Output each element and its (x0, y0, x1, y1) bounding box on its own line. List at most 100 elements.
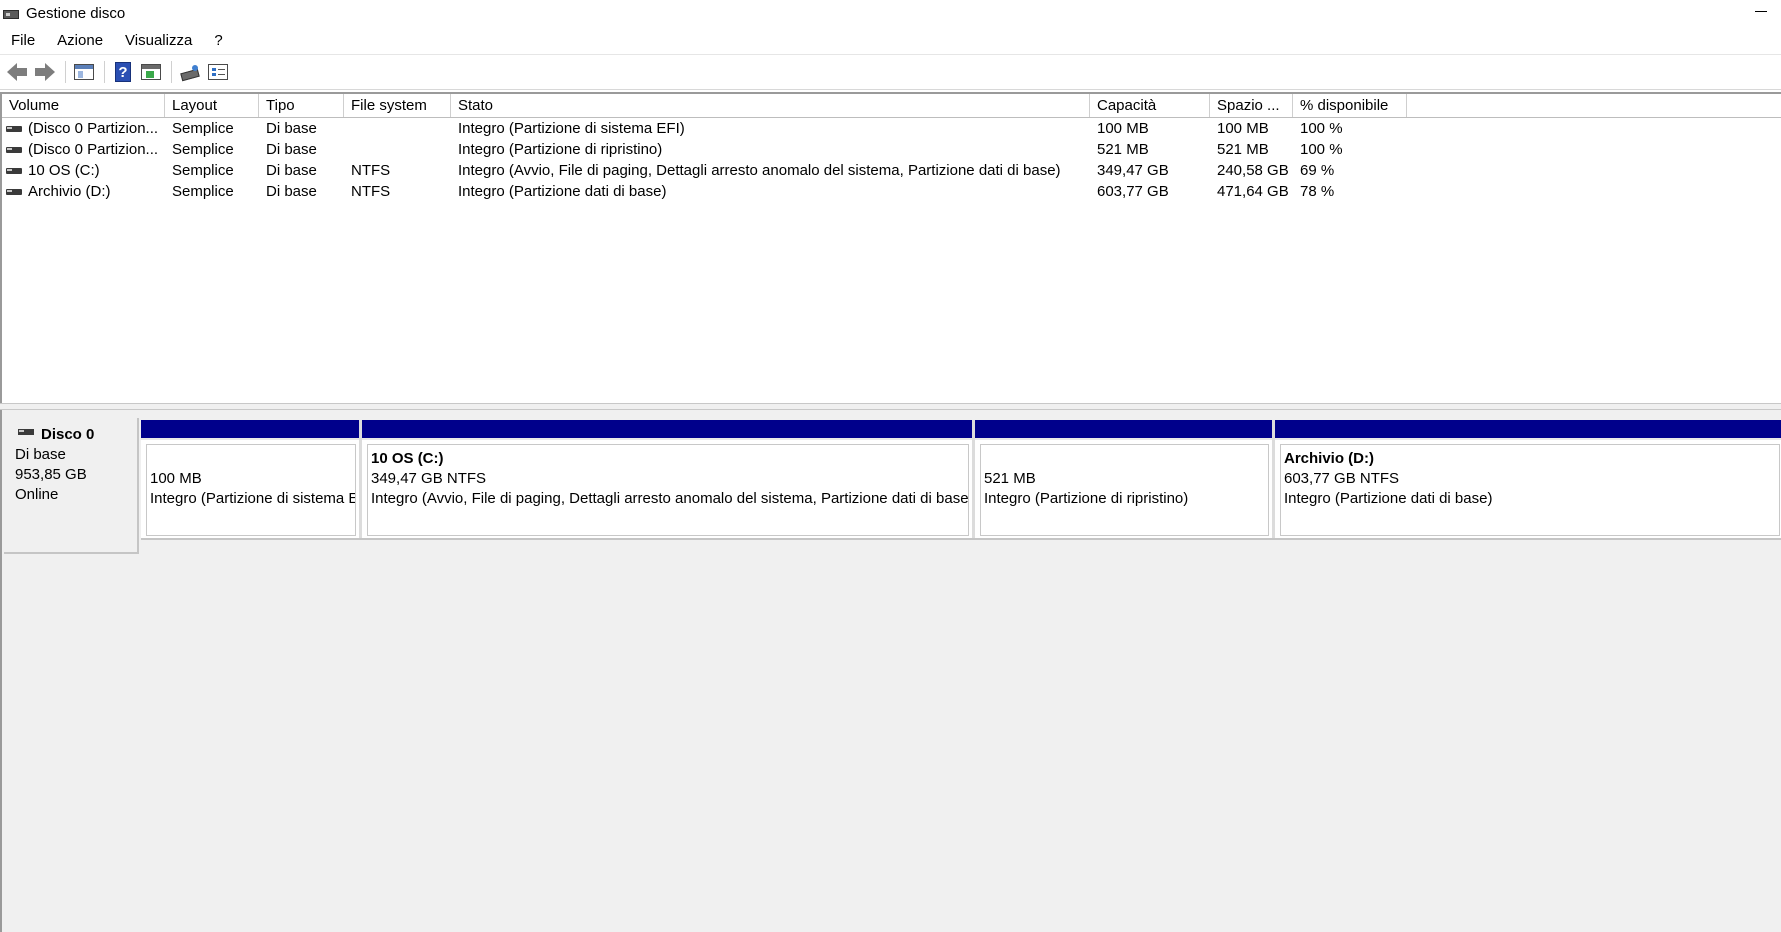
table-row[interactable]: Archivio (D:) Semplice Di base NTFS Inte… (2, 181, 1781, 202)
layout-cell: Semplice (172, 162, 234, 179)
connect-icon (180, 65, 200, 79)
partition-size: 349,47 GB NTFS (371, 470, 487, 487)
layout-cell: Semplice (172, 183, 234, 200)
column-header-file-system[interactable]: File system (344, 94, 451, 117)
minimize-button[interactable] (1747, 2, 1777, 22)
drive-icon (6, 125, 22, 132)
tipo-cell: Di base (266, 141, 317, 158)
disk-status: Online (15, 486, 59, 503)
volume-cell: Archivio (D:) (2, 181, 165, 202)
column-header-spazio[interactable]: Spazio ... (1210, 94, 1293, 117)
stato-cell: Integro (Partizione dati di base) (458, 183, 667, 200)
file-system-cell (344, 118, 451, 139)
stato-cell: Integro (Partizione di ripristino) (458, 141, 663, 158)
column-header-tipo[interactable]: Tipo (259, 94, 344, 117)
table-row[interactable]: 10 OS (C:) Semplice Di base NTFS Integro… (2, 160, 1781, 181)
disk-type: Di base (15, 446, 66, 463)
spazio-cell: 471,64 GB (1217, 183, 1289, 200)
menu-help[interactable]: ? (203, 32, 233, 49)
pane-splitter[interactable] (0, 403, 1781, 410)
partition-status: Integro (Partizione di sistema EFI) (150, 490, 356, 507)
capacita-cell: 603,77 GB (1097, 183, 1169, 200)
capacita-cell: 349,47 GB (1097, 162, 1169, 179)
table-row[interactable]: (Disco 0 Partizion... Semplice Di base I… (2, 139, 1781, 160)
stato-cell: Integro (Partizione di sistema EFI) (458, 120, 685, 137)
partition-bar (141, 420, 359, 440)
volume-list-header: Volume Layout Tipo File system Stato Cap… (2, 94, 1781, 118)
volume-name: (Disco 0 Partizion... (28, 141, 159, 158)
partition-bar (362, 420, 972, 440)
spazio-cell: 521 MB (1217, 141, 1269, 158)
back-icon (7, 63, 27, 81)
forward-icon (35, 63, 55, 81)
help-button[interactable]: ? (110, 59, 136, 85)
volume-cell: (Disco 0 Partizion... (2, 118, 165, 139)
partition-body: 100 MB Integro (Partizione di sistema EF… (146, 444, 356, 536)
column-header-stato[interactable]: Stato (451, 94, 1090, 117)
column-header-capacita[interactable]: Capacità (1090, 94, 1210, 117)
menu-bar: File Azione Visualizza ? (0, 27, 1781, 55)
toolbar: ? (0, 55, 1781, 90)
partition-bar (1275, 420, 1781, 440)
stato-cell: Integro (Avvio, File di paging, Dettagli… (458, 162, 1061, 179)
spazio-cell: 240,58 GB (1217, 162, 1289, 179)
column-header-layout[interactable]: Layout (165, 94, 259, 117)
partition-status: Integro (Partizione dati di base) (1284, 490, 1493, 507)
column-header-volume[interactable]: Volume (2, 94, 165, 117)
table-row[interactable]: (Disco 0 Partizion... Semplice Di base I… (2, 118, 1781, 139)
volume-cell: 10 OS (C:) (2, 160, 165, 181)
connect-button[interactable] (177, 59, 203, 85)
volume-cell: (Disco 0 Partizion... (2, 139, 165, 160)
tipo-cell: Di base (266, 162, 317, 179)
partition-name (984, 449, 1268, 469)
partition-body: 521 MB Integro (Partizione di ripristino… (980, 444, 1269, 536)
toolbar-separator (171, 61, 172, 83)
list-view-button[interactable] (205, 59, 231, 85)
file-system-cell: NTFS (351, 162, 391, 179)
tipo-cell: Di base (266, 120, 317, 137)
capacita-cell: 100 MB (1097, 120, 1149, 137)
back-button[interactable] (4, 59, 30, 85)
disk-size: 953,85 GB (15, 466, 87, 483)
drive-icon (6, 167, 22, 174)
menu-file[interactable]: File (0, 32, 46, 49)
layout-cell: Semplice (172, 141, 234, 158)
menu-azione[interactable]: Azione (46, 32, 114, 49)
disk-icon (18, 429, 34, 435)
disk-0-label[interactable]: Disco 0 Di base 953,85 GB Online (4, 418, 139, 554)
menu-visualizza[interactable]: Visualizza (114, 32, 203, 49)
disponibile-cell: 100 % (1300, 141, 1343, 158)
show-hide-console-tree-button[interactable] (71, 59, 97, 85)
partition-size: 603,77 GB NTFS (1284, 470, 1400, 487)
partition-c[interactable]: 10 OS (C:) 349,47 GB NTFS Integro (Avvio… (362, 420, 975, 538)
partition-name: 10 OS (C:) (371, 450, 444, 467)
disk-name-row: Disco 0 (15, 425, 137, 445)
column-header-disponibile[interactable]: % disponibile (1293, 94, 1407, 117)
spazio-cell: 100 MB (1217, 120, 1269, 137)
file-system-cell (344, 139, 451, 160)
window-title: Gestione disco (26, 5, 126, 22)
properties-button[interactable] (138, 59, 164, 85)
volume-list: Volume Layout Tipo File system Stato Cap… (0, 92, 1781, 403)
partition-recovery[interactable]: 521 MB Integro (Partizione di ripristino… (975, 420, 1275, 538)
disponibile-cell: 69 % (1300, 162, 1335, 179)
partition-size: 521 MB (984, 470, 1036, 487)
partition-status: Integro (Partizione di ripristino) (984, 490, 1189, 507)
disk-name: Disco 0 (41, 426, 95, 443)
drive-icon (6, 188, 22, 195)
partition-efi[interactable]: 100 MB Integro (Partizione di sistema EF… (141, 420, 362, 538)
toolbar-separator (65, 61, 66, 83)
partition-body: 10 OS (C:) 349,47 GB NTFS Integro (Avvio… (367, 444, 969, 536)
volume-name: (Disco 0 Partizion... (28, 120, 159, 137)
partition-name: Archivio (D:) (1284, 450, 1374, 467)
toolbar-separator (104, 61, 105, 83)
volume-name: 10 OS (C:) (28, 162, 100, 179)
file-system-cell: NTFS (351, 183, 391, 200)
disponibile-cell: 78 % (1300, 183, 1335, 200)
volume-name: Archivio (D:) (28, 183, 111, 200)
properties-icon (141, 64, 161, 80)
disk-graph-pane: Disco 0 Di base 953,85 GB Online 100 MB … (0, 410, 1781, 932)
forward-button[interactable] (32, 59, 58, 85)
help-icon: ? (115, 62, 131, 82)
partition-d[interactable]: Archivio (D:) 603,77 GB NTFS Integro (Pa… (1275, 420, 1781, 538)
